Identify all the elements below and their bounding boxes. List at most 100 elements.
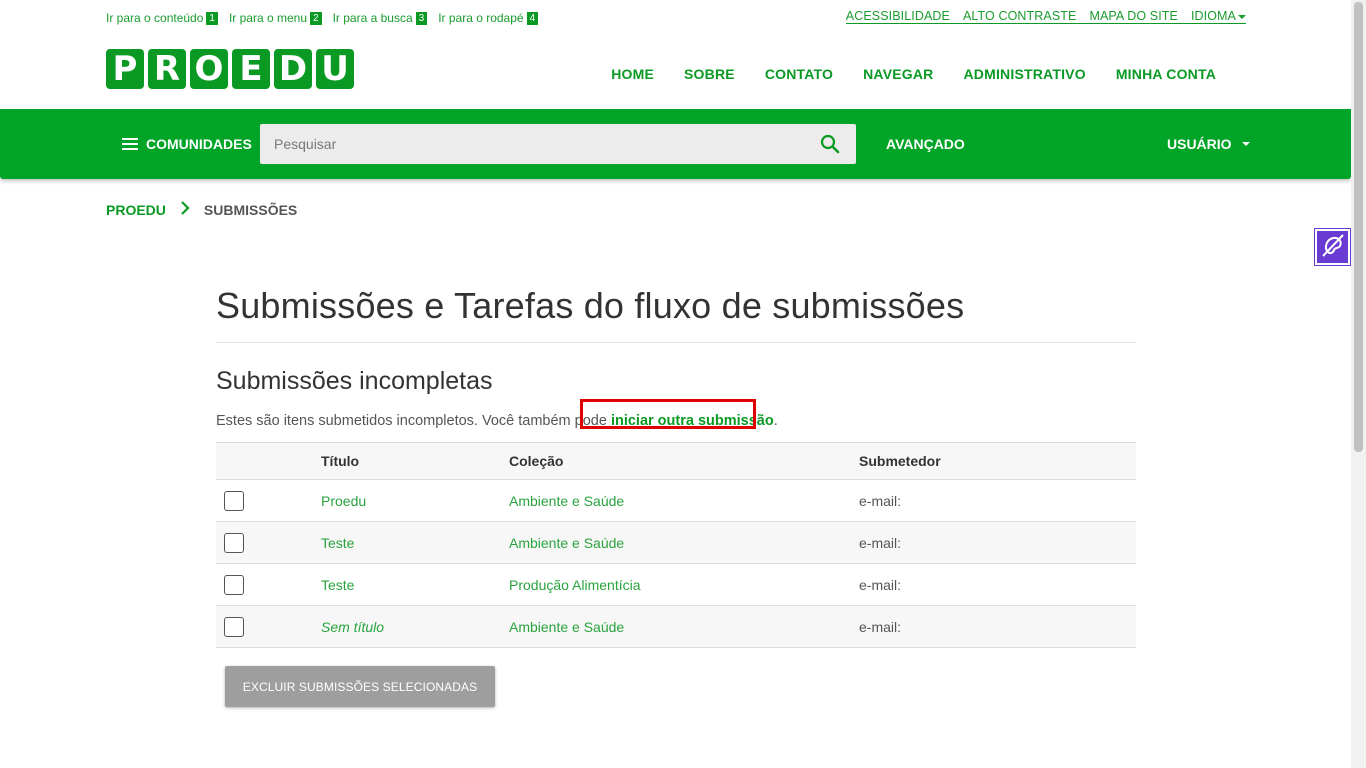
- row-select-cell: [216, 479, 321, 522]
- row-submitter: e-mail:: [859, 479, 1136, 522]
- intro-text: Estes são itens submetidos incompletos. …: [216, 399, 1136, 431]
- row-checkbox[interactable]: [224, 616, 244, 637]
- header-title: Título: [321, 442, 509, 480]
- row-title-link[interactable]: Teste: [321, 535, 354, 551]
- row-collection-link[interactable]: Ambiente e Saúde: [509, 619, 624, 635]
- row-collection-link[interactable]: Ambiente e Saúde: [509, 535, 624, 551]
- skip-link-content[interactable]: Ir para o conteúdo 1: [106, 9, 218, 27]
- page-scrollbar[interactable]: [1351, 0, 1366, 768]
- table-row: Teste Produção Alimentícia e-mail:: [216, 563, 1136, 606]
- language-label: IDIOMA: [1190, 9, 1236, 23]
- skip-link-label: Ir para o rodapé: [438, 11, 524, 25]
- vlibras-widget[interactable]: [1314, 228, 1351, 266]
- scroll-thumb[interactable]: [1354, 2, 1363, 452]
- header-select: [216, 442, 321, 480]
- accessibility-links: ACESSIBILIDADE ALTO CONTRASTE MAPA DO SI…: [845, 9, 1246, 24]
- high-contrast-link[interactable]: ALTO CONTRASTE: [963, 9, 1076, 23]
- table-row: Sem título Ambiente e Saúde e-mail:: [216, 605, 1136, 648]
- hamburger-menu-icon: [122, 138, 138, 150]
- nav-browse[interactable]: NAVEGAR: [863, 66, 933, 82]
- logo-letter: E: [239, 49, 263, 89]
- row-collection-link[interactable]: Ambiente e Saúde: [509, 493, 624, 509]
- search-icon[interactable]: [810, 124, 850, 164]
- skip-link-footer[interactable]: Ir para o rodapé 4: [438, 9, 539, 27]
- submissions-table: Título Coleção Submetedor Proedu Ambient…: [216, 442, 1136, 648]
- chevron-right-icon: [180, 201, 190, 218]
- start-new-submission-link[interactable]: iniciar outra submissão: [611, 413, 774, 429]
- logo-tile: R: [148, 49, 186, 89]
- page-title: Submissões e Tarefas do fluxo de submiss…: [216, 280, 1136, 343]
- user-label: USUÁRIO: [1167, 136, 1232, 152]
- row-title-cell: Proedu: [321, 479, 509, 522]
- nav-contact[interactable]: CONTATO: [765, 66, 833, 82]
- logo-letter: D: [278, 49, 308, 89]
- row-checkbox[interactable]: [224, 490, 244, 511]
- logo-letter: U: [321, 49, 349, 89]
- search-box: [260, 124, 856, 164]
- breadcrumb-root[interactable]: PROEDU: [106, 202, 166, 218]
- header-collection: Coleção: [509, 442, 859, 480]
- row-title-link[interactable]: Teste: [321, 577, 354, 593]
- accessibility-bar: Ir para o conteúdo 1 Ir para o menu 2 Ir p…: [106, 9, 1246, 27]
- row-collection-cell: Ambiente e Saúde: [509, 605, 859, 648]
- skip-links: Ir para o conteúdo 1 Ir para o menu 2 Ir p…: [106, 9, 539, 27]
- row-title-cell: Sem título: [321, 605, 509, 648]
- caret-down-icon: [1241, 142, 1250, 146]
- nav-about[interactable]: SOBRE: [684, 66, 735, 82]
- row-title-link[interactable]: Sem título: [321, 619, 384, 635]
- breadcrumb: PROEDU SUBMISSÕES: [106, 201, 297, 218]
- breadcrumb-current: SUBMISSÕES: [203, 201, 298, 218]
- intro-static: Estes são itens submetidos incompletos. …: [216, 413, 611, 429]
- row-title-link[interactable]: Proedu: [321, 493, 366, 509]
- logo-tile: D: [274, 49, 312, 89]
- row-submitter: e-mail:: [859, 605, 1136, 648]
- caret-down-icon: [1238, 14, 1246, 19]
- logo-tile: U: [316, 49, 354, 89]
- user-dropdown[interactable]: USUÁRIO: [1167, 136, 1250, 152]
- section-title: Submissões incompletas: [216, 367, 493, 395]
- delete-selected-button[interactable]: EXCLUIR SUBMISSÕES SELECIONADAS: [225, 666, 495, 707]
- row-collection-cell: Ambiente e Saúde: [509, 521, 859, 564]
- language-dropdown[interactable]: IDIOMA: [1191, 9, 1246, 23]
- row-select-cell: [216, 563, 321, 606]
- row-select-cell: [216, 605, 321, 648]
- skip-link-search[interactable]: Ir para a busca 3: [333, 9, 428, 27]
- skip-key-badge: 1: [206, 11, 218, 25]
- row-select-cell: [216, 521, 321, 564]
- main-nav: HOME SOBRE CONTATO NAVEGAR ADMINISTRATIV…: [611, 66, 1216, 82]
- row-collection-cell: Produção Alimentícia: [509, 563, 859, 606]
- skip-link-label: Ir para a busca: [332, 11, 413, 25]
- site-map-link[interactable]: MAPA DO SITE: [1089, 9, 1178, 23]
- skip-link-menu[interactable]: Ir para o menu 2: [229, 9, 322, 27]
- row-title-cell: Teste: [321, 521, 509, 564]
- row-collection-link[interactable]: Produção Alimentícia: [509, 577, 641, 593]
- hand-sign-language-icon: [1320, 232, 1346, 263]
- nav-my-account[interactable]: MINHA CONTA: [1116, 66, 1216, 82]
- search-toolbar: COMUNIDADES AVANÇADO USUÁRIO: [0, 109, 1351, 179]
- row-checkbox[interactable]: [224, 532, 244, 553]
- row-checkbox[interactable]: [224, 574, 244, 595]
- search-input[interactable]: [260, 124, 810, 164]
- skip-link-label: Ir para o conteúdo: [106, 11, 204, 25]
- skip-key-badge: 3: [415, 11, 428, 25]
- intro-end: .: [773, 413, 778, 429]
- logo-letter: R: [153, 49, 181, 89]
- accessibility-link[interactable]: ACESSIBILIDADE: [846, 9, 950, 23]
- communities-button[interactable]: COMUNIDADES: [122, 136, 252, 152]
- header-submitter: Submetedor: [859, 442, 1136, 480]
- nav-home[interactable]: HOME: [611, 66, 654, 82]
- main-content: Submissões e Tarefas do fluxo de submiss…: [216, 280, 1136, 707]
- skip-link-label: Ir para o menu: [228, 11, 308, 25]
- proedu-logo[interactable]: P R O E D U: [106, 49, 354, 89]
- logo-letter: O: [194, 49, 224, 89]
- row-collection-cell: Ambiente e Saúde: [509, 479, 859, 522]
- advanced-search-link[interactable]: AVANÇADO: [886, 136, 965, 152]
- nav-admin[interactable]: ADMINISTRATIVO: [963, 66, 1085, 82]
- skip-key-badge: 2: [310, 11, 322, 25]
- logo-tile: E: [232, 49, 270, 89]
- row-submitter: e-mail:: [859, 521, 1136, 564]
- logo-letter: P: [112, 49, 138, 89]
- row-submitter: e-mail:: [859, 563, 1136, 606]
- table-row: Proedu Ambiente e Saúde e-mail:: [216, 479, 1136, 522]
- communities-label: COMUNIDADES: [146, 136, 252, 152]
